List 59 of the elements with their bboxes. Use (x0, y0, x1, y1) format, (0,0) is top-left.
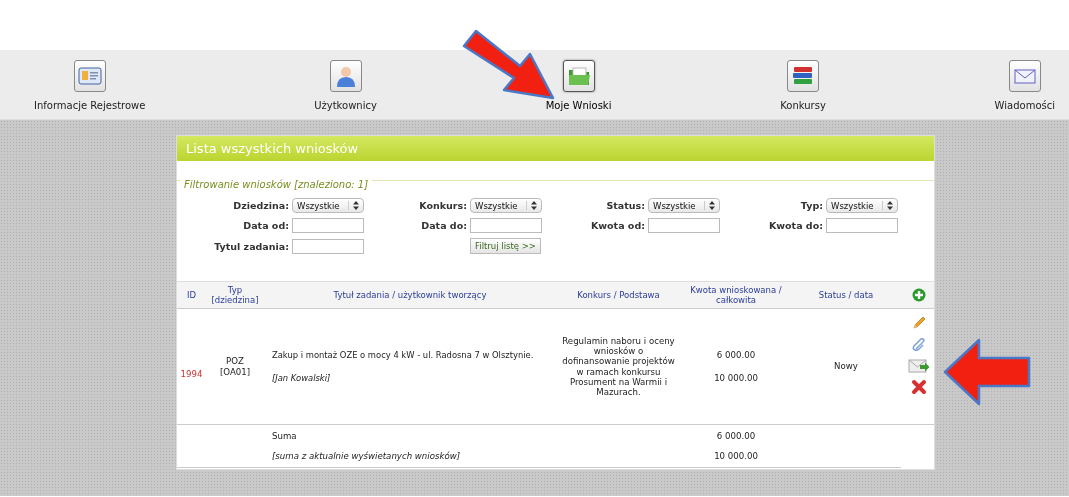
table-cell-text: Regulamin naboru i oceny wniosków o dofinansowanie projektów w ramach konkursu Prosument na Warmii i Mazurach. (561, 335, 676, 398)
column-header: Typ [dziedzina] (210, 285, 260, 305)
input-field[interactable] (826, 218, 898, 233)
table-cell: [Jan Kowalski] (272, 372, 331, 383)
filter-label: Kwota od: (589, 220, 645, 231)
column-header: Tytuł zadania / użytkownik tworzący (332, 290, 488, 300)
filter-label: Data od: (242, 220, 289, 231)
column-header: Status / data (817, 290, 875, 300)
id-card-icon (73, 60, 106, 92)
table-cell-text: 1994 (179, 369, 204, 380)
select-field[interactable]: Wszystkie (826, 198, 898, 213)
table-cell: POZ (226, 356, 244, 367)
stepper-icon (704, 201, 715, 210)
panel-title: Lista wszystkich wniosków (177, 136, 934, 161)
filter-label: Tytul zadania: (213, 240, 289, 252)
column-header: Konkurs / Podstawa (576, 290, 661, 300)
sum-value: 6 000.00 (716, 431, 756, 441)
input-field[interactable] (648, 218, 720, 233)
filter-button[interactable]: Filtruj listę >> (470, 238, 541, 254)
nav-item[interactable]: Informacje Rejestrowe (34, 50, 146, 119)
filter-label: Dziedzina: (232, 200, 289, 211)
sum-label: Suma (272, 431, 297, 441)
table-cell: [OA01] (219, 366, 251, 377)
input-field[interactable] (470, 218, 542, 233)
user-icon (329, 60, 362, 92)
select-field[interactable]: Wszystkie (470, 198, 542, 213)
column-header: Kwota wnioskowana / całkowita (689, 285, 783, 305)
sum-note: [suma z aktualnie wyświetanych wniosków] (272, 451, 461, 461)
sum-value: 10 000.00 (714, 451, 758, 461)
filter-label: Konkurs: (418, 200, 467, 211)
table-cell: 10 000.00 (714, 372, 758, 383)
stepper-icon (348, 201, 359, 210)
nav-item[interactable]: Użytkownicy (314, 50, 377, 119)
table-cell-text: Nowy (833, 361, 859, 372)
column-header: ID (185, 290, 198, 300)
select-field[interactable]: Wszystkie (648, 198, 720, 213)
nav-item[interactable]: Moje Wnioski (545, 50, 612, 119)
add-icon[interactable] (911, 288, 926, 302)
input-field[interactable] (292, 218, 364, 233)
books-icon (787, 60, 819, 92)
table-cell: Zakup i montaż OZE o mocy 4 kW - ul. Radosna 7 w Olsztynie. (272, 350, 534, 361)
nav-item[interactable]: Konkursy (780, 50, 826, 119)
filter-label: Data do: (420, 220, 467, 231)
paperclip-icon[interactable] (910, 337, 927, 353)
filter-legend: Filtrowanie wniosków [znaleziono: 1] (180, 179, 373, 190)
stepper-icon (882, 201, 893, 210)
nav-item[interactable]: Wiadomości (994, 50, 1055, 119)
filter-label: Typ: (799, 200, 823, 211)
filter-label: Status: (605, 200, 645, 211)
select-field[interactable]: Wszystkie (292, 198, 364, 213)
delete-icon[interactable] (910, 379, 927, 395)
pencil-icon[interactable] (910, 315, 927, 331)
folder-icon (562, 60, 595, 92)
input-field[interactable] (292, 238, 364, 254)
stepper-icon (526, 201, 537, 210)
envelope-arrow-icon[interactable] (907, 359, 930, 373)
filter-label: Kwota do: (767, 220, 823, 231)
table-cell: 6 000.00 (716, 350, 756, 361)
envelope-icon (1008, 60, 1041, 92)
